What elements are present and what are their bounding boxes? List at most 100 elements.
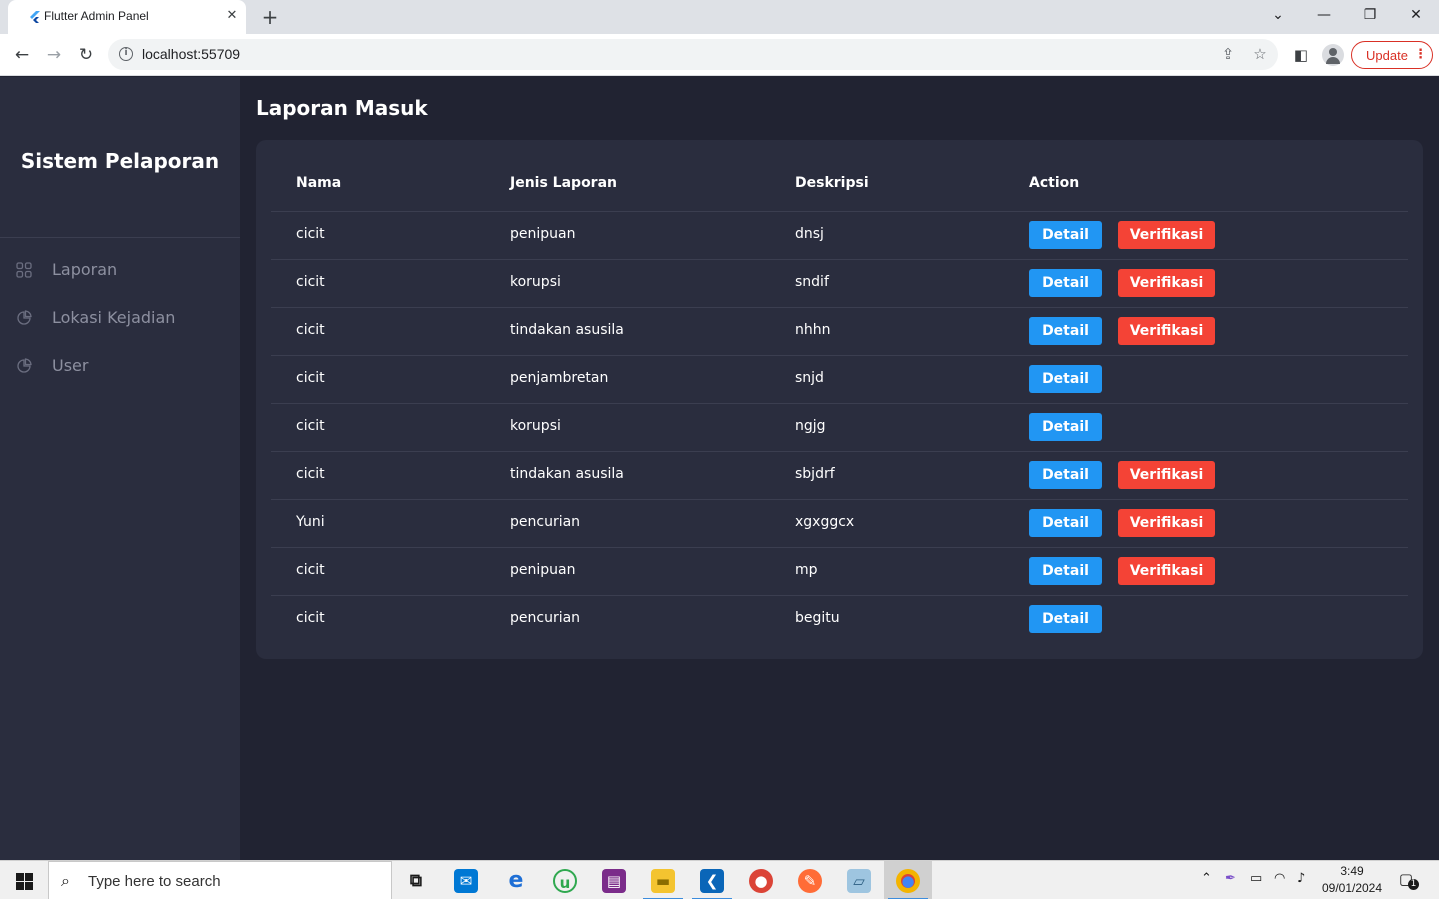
cell-nama: cicit [296, 466, 325, 482]
volume-icon[interactable]: ♪ [1297, 871, 1305, 886]
windows-start-icon[interactable] [0, 861, 48, 899]
taskbar-search[interactable]: ⌕ Type here to search [48, 861, 392, 899]
chrome-profile-icon[interactable]: ● [737, 861, 785, 899]
pie-chart-icon [17, 358, 32, 373]
restore-icon[interactable]: ❐ [1347, 0, 1393, 32]
update-label: Update [1366, 48, 1408, 63]
detail-button[interactable]: Detail [1029, 557, 1102, 585]
browser-toolbar: ← → ↻ i localhost:55709 ⇪ ☆ ◧ Update ⋮ [0, 34, 1439, 76]
dashboard-grid-icon [16, 262, 32, 278]
cell-jenis-laporan: penipuan [510, 226, 576, 242]
address-bar[interactable]: i localhost:55709 ⇪ ☆ [108, 39, 1278, 70]
chrome-icon[interactable]: ● [884, 861, 932, 899]
verifikasi-button[interactable]: Verifikasi [1118, 461, 1215, 489]
column-header-jenis-laporan: Jenis Laporan [510, 175, 618, 191]
cell-jenis-laporan: korupsi [510, 418, 561, 434]
notification-center-icon[interactable]: ▢ 1 [1396, 870, 1419, 890]
pie-chart-icon [17, 310, 32, 325]
detail-button[interactable]: Detail [1029, 605, 1102, 633]
share-icon[interactable]: ⇪ [1218, 44, 1238, 64]
vscode-icon[interactable]: ❮ [688, 861, 736, 899]
edge-icon[interactable]: e [492, 861, 540, 899]
browser-tab[interactable]: Flutter Admin Panel ✕ [8, 0, 246, 34]
cell-nama: cicit [296, 370, 325, 386]
browser-tabstrip: Flutter Admin Panel ✕ + ⌄ — ❐ ✕ [0, 0, 1439, 34]
task-view-icon[interactable]: ⧉ [392, 861, 440, 899]
cell-jenis-laporan: tindakan asusila [510, 466, 624, 482]
cell-deskripsi: mp [795, 562, 818, 578]
column-header-nama: Nama [296, 175, 342, 191]
wifi-icon[interactable]: ◠ [1274, 871, 1285, 886]
cell-nama: Yuni [296, 514, 325, 530]
site-info-icon[interactable]: i [119, 47, 133, 61]
verifikasi-button[interactable]: Verifikasi [1118, 269, 1215, 297]
update-button[interactable]: Update ⋮ [1351, 41, 1433, 69]
new-tab-icon[interactable]: + [258, 5, 282, 29]
close-window-icon[interactable]: ✕ [1393, 0, 1439, 32]
reload-icon[interactable]: ↻ [73, 42, 99, 68]
detail-button[interactable]: Detail [1029, 317, 1102, 345]
meet-now-icon[interactable]: ▭ [1250, 871, 1262, 886]
table-row: cicit penipuan mp Detail Verifikasi [271, 547, 1408, 595]
table-row: cicit tindakan asusila nhhn Detail Verifikas… [271, 307, 1408, 355]
tab-title: Flutter Admin Panel [44, 9, 149, 23]
detail-button[interactable]: Detail [1029, 269, 1102, 297]
tab-search-icon[interactable]: ⌄ [1255, 0, 1301, 32]
profile-avatar-icon[interactable] [1322, 44, 1344, 66]
winrar-icon[interactable]: ▤ [590, 861, 638, 899]
clock-time: 3:49 [1340, 864, 1364, 878]
cell-deskripsi: sndif [795, 274, 829, 290]
detail-button[interactable]: Detail [1029, 221, 1102, 249]
detail-button[interactable]: Detail [1029, 509, 1102, 537]
verifikasi-button[interactable]: Verifikasi [1118, 557, 1215, 585]
bookmark-star-icon[interactable]: ☆ [1250, 44, 1270, 64]
search-icon: ⌕ [61, 871, 70, 890]
file-explorer-icon[interactable]: ▬ [639, 861, 687, 899]
menu-kebab-icon: ⋮ [1414, 47, 1427, 62]
column-header-deskripsi: Deskripsi [795, 175, 869, 191]
column-header-action: Action [1029, 175, 1080, 191]
detail-button[interactable]: Detail [1029, 365, 1102, 393]
tray-overflow-icon[interactable]: ⌃ [1201, 871, 1212, 886]
page-title: Laporan Masuk [256, 96, 428, 120]
verifikasi-button[interactable]: Verifikasi [1118, 317, 1215, 345]
sidebar: Sistem Pelaporan Laporan Lokasi Kejadian [0, 77, 240, 860]
cell-deskripsi: xgxggcx [795, 514, 855, 530]
cell-deskripsi: sbjdrf [795, 466, 835, 482]
forward-icon[interactable]: → [41, 42, 67, 68]
sidebar-item-lokasi-kejadian[interactable]: Lokasi Kejadian [0, 298, 240, 338]
system-clock[interactable]: 3:49 09/01/2024 [1316, 863, 1388, 897]
table-row: cicit korupsi sndif Detail Verifikasi [271, 259, 1408, 307]
verifikasi-button[interactable]: Verifikasi [1118, 509, 1215, 537]
cell-nama: cicit [296, 418, 325, 434]
table-row: cicit tindakan asusila sbjdrf Detail Verifik… [271, 451, 1408, 499]
url-text[interactable]: localhost:55709 [142, 46, 240, 62]
cell-deskripsi: begitu [795, 610, 840, 626]
cell-nama: cicit [296, 274, 325, 290]
cell-deskripsi: nhhn [795, 322, 831, 338]
close-tab-icon[interactable]: ✕ [224, 8, 240, 24]
cell-jenis-laporan: pencurian [510, 514, 581, 530]
mail-icon[interactable]: ✉ [442, 861, 490, 899]
verifikasi-button[interactable]: Verifikasi [1118, 221, 1215, 249]
sidebar-item-user[interactable]: User [0, 346, 240, 386]
pen-tray-icon[interactable]: ✒ [1225, 871, 1236, 886]
postman-icon[interactable]: ✎ [786, 861, 834, 899]
clock-date: 09/01/2024 [1321, 881, 1383, 895]
notes-app-icon[interactable]: ▱ [835, 861, 883, 899]
cell-deskripsi: snjd [795, 370, 824, 386]
table-row: cicit korupsi ngjg Detail [271, 403, 1408, 451]
utorrent-icon[interactable]: u [541, 861, 589, 899]
side-panel-icon[interactable]: ◧ [1290, 44, 1312, 66]
cell-nama: cicit [296, 610, 325, 626]
sidebar-item-laporan[interactable]: Laporan [0, 250, 240, 290]
back-icon[interactable]: ← [9, 42, 35, 68]
detail-button[interactable]: Detail [1029, 413, 1102, 441]
table-row: Yuni pencurian xgxggcx Detail Verifikasi [271, 499, 1408, 547]
cell-nama: cicit [296, 322, 325, 338]
cell-jenis-laporan: korupsi [510, 274, 561, 290]
minimize-icon[interactable]: — [1301, 0, 1347, 32]
detail-button[interactable]: Detail [1029, 461, 1102, 489]
cell-deskripsi: dnsj [795, 226, 824, 242]
app-root: Sistem Pelaporan Laporan Lokasi Kejadian [0, 77, 1439, 860]
